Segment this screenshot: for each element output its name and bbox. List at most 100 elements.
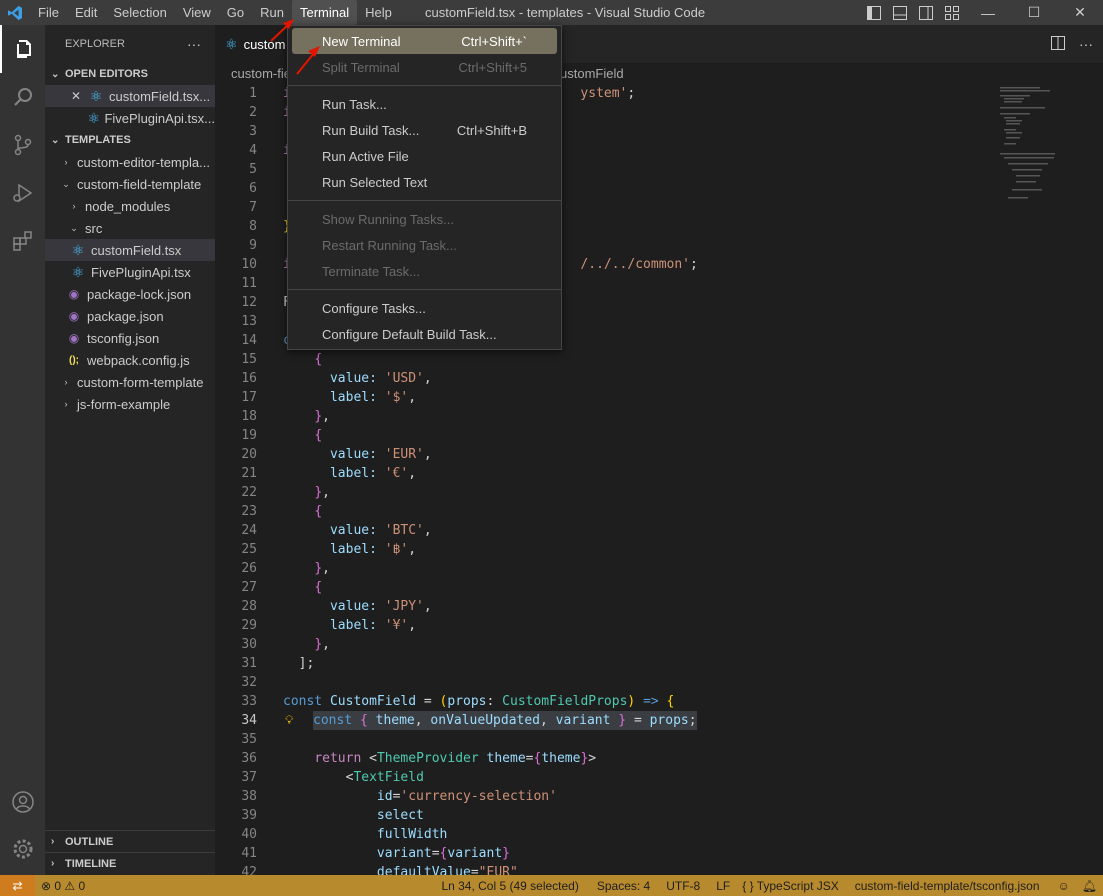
code-line[interactable]: 38 id='currency-selection': [215, 787, 995, 806]
tree-folder[interactable]: › custom-form-template: [45, 371, 215, 393]
language-mode[interactable]: { } TypeScript JSX: [736, 879, 845, 893]
open-editors-header[interactable]: ⌄ OPEN EDITORS: [45, 63, 215, 85]
open-editor-item[interactable]: ✕ ⚛ customField.tsx...: [45, 85, 215, 107]
code-line[interactable]: 25 label: '฿',: [215, 540, 995, 559]
menu-new-terminal[interactable]: New Terminal Ctrl+Shift+`: [292, 28, 557, 54]
code-line[interactable]: 33 const CustomField = (props: CustomFiel…: [215, 692, 995, 711]
more-actions-icon[interactable]: ···: [1079, 36, 1093, 52]
tree-file[interactable]: ⚛ customField.tsx: [45, 239, 215, 261]
code-line[interactable]: 23 {: [215, 502, 995, 521]
open-editor-item[interactable]: ⚛ FivePluginApi.tsx...: [45, 107, 215, 129]
tree-file[interactable]: ⚛ FivePluginApi.tsx: [45, 261, 215, 283]
menu-go[interactable]: Go: [219, 0, 252, 25]
toggle-sidebar-icon[interactable]: [861, 0, 887, 25]
code-line[interactable]: 41 variant={variant}: [215, 844, 995, 863]
tree-folder[interactable]: › node_modules: [45, 195, 215, 217]
maximize-button[interactable]: ☐: [1011, 0, 1057, 25]
tree-file[interactable]: ◉ package.json: [45, 305, 215, 327]
code-line[interactable]: 40 fullWidth: [215, 825, 995, 844]
menu-terminate-task[interactable]: Terminate Task...: [292, 258, 557, 284]
end-of-line[interactable]: LF: [710, 879, 736, 893]
code-text: },: [314, 485, 330, 500]
code-text: value: 'JPY',: [283, 599, 432, 614]
menu-view[interactable]: View: [175, 0, 219, 25]
code-line[interactable]: 19 {: [215, 426, 995, 445]
code-line[interactable]: 36 return <ThemeProvider theme={theme}>: [215, 749, 995, 768]
code-line[interactable]: 22 },: [215, 483, 995, 502]
code-line[interactable]: 17 label: '$',: [215, 388, 995, 407]
outline-header[interactable]: › OUTLINE: [45, 830, 215, 852]
accounts-icon[interactable]: [0, 778, 45, 826]
timeline-header[interactable]: › TIMELINE: [45, 852, 215, 874]
search-icon[interactable]: [0, 73, 45, 121]
close-button[interactable]: ✕: [1057, 0, 1103, 25]
menu-edit[interactable]: Edit: [67, 0, 105, 25]
menu-file[interactable]: File: [30, 0, 67, 25]
tree-folder[interactable]: ⌄ custom-field-template: [45, 173, 215, 195]
encoding[interactable]: UTF-8: [660, 879, 706, 893]
menu-restart-running-task[interactable]: Restart Running Task...: [292, 232, 557, 258]
menu-item-label: Restart Running Task...: [322, 237, 457, 253]
code-line[interactable]: 20 value: 'EUR',: [215, 445, 995, 464]
customize-layout-icon[interactable]: [939, 0, 965, 25]
menu-split-terminal[interactable]: Split Terminal Ctrl+Shift+5: [292, 54, 557, 80]
toggle-secondary-sidebar-icon[interactable]: [913, 0, 939, 25]
explorer-more-icon[interactable]: ···: [187, 36, 201, 52]
extensions-icon[interactable]: [0, 217, 45, 265]
manage-gear-icon[interactable]: [0, 825, 45, 873]
code-line[interactable]: 35: [215, 730, 995, 749]
menu-run[interactable]: Run: [252, 0, 292, 25]
menu-help[interactable]: Help: [357, 0, 400, 25]
code-line[interactable]: 29 label: '¥',: [215, 616, 995, 635]
tree-file[interactable]: ◉ tsconfig.json: [45, 327, 215, 349]
menu-run-task[interactable]: Run Task...: [292, 91, 557, 117]
code-line[interactable]: 37 <TextField: [215, 768, 995, 787]
cursor-position[interactable]: Ln 34, Col 5 (49 selected): [435, 879, 584, 893]
menu-show-running-tasks[interactable]: Show Running Tasks...: [292, 206, 557, 232]
close-editor-icon[interactable]: ✕: [71, 89, 87, 103]
menu-configure-default-build-task[interactable]: Configure Default Build Task...: [292, 321, 557, 347]
tsconfig-indicator[interactable]: custom-field-template/tsconfig.json: [849, 879, 1046, 893]
code-line[interactable]: 16 value: 'USD',: [215, 369, 995, 388]
editor-tab[interactable]: ⚛ custom: [215, 25, 295, 63]
code-line[interactable]: 39 select: [215, 806, 995, 825]
code-line[interactable]: 30 },: [215, 635, 995, 654]
code-line[interactable]: 24 value: 'BTC',: [215, 521, 995, 540]
split-editor-icon[interactable]: [1051, 35, 1065, 53]
menu-terminal[interactable]: Terminal: [292, 0, 358, 25]
menu-selection[interactable]: Selection: [105, 0, 174, 25]
remote-indicator-icon[interactable]: ⇄: [0, 875, 35, 896]
code-line[interactable]: 26 },: [215, 559, 995, 578]
menu-configure-tasks[interactable]: Configure Tasks...: [292, 295, 557, 321]
code-line[interactable]: 28 value: 'JPY',: [215, 597, 995, 616]
code-line[interactable]: 18 },: [215, 407, 995, 426]
minimap[interactable]: [1000, 85, 1090, 205]
workspace-header[interactable]: ⌄ TEMPLATES: [45, 129, 215, 151]
code-line[interactable]: 34 💡︎ const { theme, onValueUpdated, varia…: [215, 711, 995, 730]
feedback-icon[interactable]: ☺: [1052, 879, 1076, 893]
run-debug-icon[interactable]: [0, 169, 45, 217]
minimize-button[interactable]: —: [965, 0, 1011, 25]
tree-file[interactable]: ◉ package-lock.json: [45, 283, 215, 305]
tree-folder[interactable]: ⌄ src: [45, 217, 215, 239]
notifications-bell-icon[interactable]: 🔔︎: [1076, 879, 1103, 893]
indentation[interactable]: Spaces: 4: [591, 879, 656, 893]
tree-folder[interactable]: › custom-editor-templa...: [45, 151, 215, 173]
problems-indicator[interactable]: ⊗ 0 ⚠ 0: [35, 879, 91, 893]
code-line[interactable]: 31 ];: [215, 654, 995, 673]
breadcrumb-symbol[interactable]: ustomField: [560, 63, 624, 85]
explorer-icon[interactable]: [0, 25, 45, 73]
code-line[interactable]: 21 label: '€',: [215, 464, 995, 483]
menu-run-build-task[interactable]: Run Build Task... Ctrl+Shift+B: [292, 117, 557, 143]
code-line[interactable]: 15 {: [215, 350, 995, 369]
breadcrumb-path[interactable]: custom-fie: [231, 66, 291, 81]
code-line[interactable]: 27 {: [215, 578, 995, 597]
code-line[interactable]: 32: [215, 673, 995, 692]
menu-run-selected-text[interactable]: Run Selected Text: [292, 169, 557, 195]
tree-file[interactable]: (); webpack.config.js: [45, 349, 215, 371]
source-control-icon[interactable]: [0, 121, 45, 169]
toggle-panel-icon[interactable]: [887, 0, 913, 25]
tree-folder[interactable]: › js-form-example: [45, 393, 215, 415]
lightbulb-icon[interactable]: 💡︎: [285, 711, 293, 730]
menu-run-active-file[interactable]: Run Active File: [292, 143, 557, 169]
